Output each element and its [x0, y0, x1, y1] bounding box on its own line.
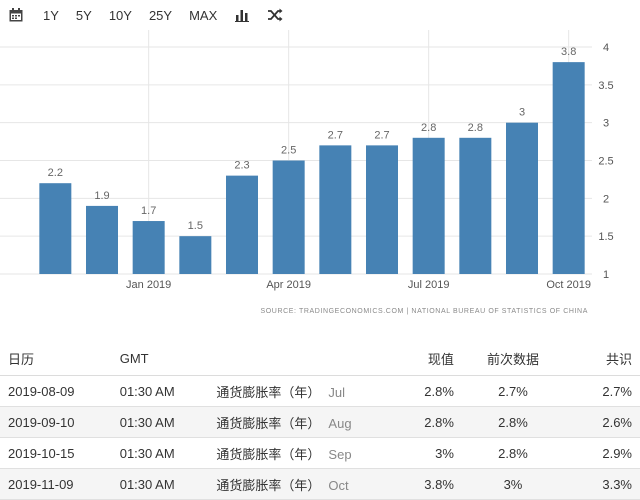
calendar-table: 日历 GMT 现值 前次数据 共识 2019-08-09 01:30 AM 通货…	[0, 342, 640, 500]
calendar-icon[interactable]	[8, 7, 24, 23]
range-25y-button[interactable]: 25Y	[149, 8, 172, 23]
y-tick-label: 3.5	[598, 80, 613, 92]
event-name: 通货膨胀率（年）	[216, 415, 321, 431]
value-label: 2.2	[48, 167, 63, 179]
row-time: 01:30 AM	[111, 375, 209, 407]
shuffle-icon-glyph	[268, 8, 283, 22]
row-actual: 3%	[386, 437, 462, 469]
bar	[39, 183, 72, 274]
chart-source-text: SOURCE: TRADINGECONOMICS.COM | NATIONAL …	[260, 308, 588, 315]
event-name: 通货膨胀率（年）	[216, 384, 321, 400]
row-event[interactable]: 通货膨胀率（年） Oct	[208, 468, 386, 500]
bar	[506, 122, 538, 275]
row-event[interactable]: 通货膨胀率（年） Jul	[208, 375, 386, 407]
value-label: 2.7	[328, 129, 343, 141]
table-row: 2019-11-09 01:30 AM 通货膨胀率（年） Oct 3.8% 3% …	[0, 468, 640, 500]
event-month: Sep	[328, 446, 352, 462]
chart-bars	[39, 62, 585, 275]
y-tick-label: 2.5	[598, 156, 613, 168]
value-label: 1.9	[94, 190, 109, 202]
row-consensus: 2.9%	[564, 437, 640, 469]
value-label: 2.7	[374, 129, 389, 141]
bar-chart-icon[interactable]	[234, 7, 250, 23]
row-event[interactable]: 通货膨胀率（年） Sep	[208, 437, 386, 469]
row-actual: 2.8%	[386, 406, 462, 438]
value-label: 1.7	[141, 205, 156, 217]
bar	[366, 145, 398, 274]
event-month: Aug	[328, 415, 352, 431]
range-5y-button[interactable]: 5Y	[76, 8, 92, 23]
y-tick-label: 2	[603, 193, 609, 205]
header-previous: 前次数据	[461, 342, 565, 376]
event-name: 通货膨胀率（年）	[216, 446, 321, 462]
bar	[132, 221, 165, 274]
value-label: 2.8	[468, 122, 483, 134]
calendar-icon-glyph	[9, 8, 23, 22]
value-label: 2.5	[281, 145, 296, 157]
bar	[412, 137, 445, 274]
inflation-chart: 2.2 1.9 1.7 1.5 2.3 2.5 2.7 2.7 2.8 2.8 3 3.8 1 1.5 2…	[0, 30, 640, 330]
row-previous: 2.7%	[461, 375, 565, 407]
row-previous: 3%	[461, 468, 565, 500]
bar	[319, 145, 352, 274]
table-row: 2019-10-15 01:30 AM 通货膨胀率（年） Sep 3% 2.8% …	[0, 437, 640, 469]
chart-x-axis: Jan 2019 Apr 2019 Jul 2019 Oct 2019	[126, 279, 591, 291]
y-tick-label: 3	[603, 118, 609, 130]
row-consensus: 2.7%	[564, 375, 640, 407]
row-previous: 2.8%	[461, 406, 565, 438]
row-event[interactable]: 通货膨胀率（年） Aug	[208, 406, 386, 438]
header-date: 日历	[0, 342, 112, 376]
row-actual: 2.8%	[386, 375, 462, 407]
value-label: 3	[519, 107, 525, 119]
value-label: 1.5	[188, 220, 203, 232]
y-tick-label: 1	[603, 269, 609, 281]
range-max-button[interactable]: MAX	[189, 8, 217, 23]
x-tick-label: Jul 2019	[408, 279, 450, 291]
bar	[552, 62, 585, 275]
y-tick-label: 1.5	[598, 231, 613, 243]
row-consensus: 3.3%	[564, 468, 640, 500]
bar	[459, 137, 492, 274]
row-actual: 3.8%	[386, 468, 462, 500]
header-actual: 现值	[386, 342, 462, 376]
chart-y-axis: 1 1.5 2 2.5 3 3.5 4	[598, 42, 613, 281]
row-time: 01:30 AM	[111, 468, 209, 500]
row-previous: 2.8%	[461, 437, 565, 469]
value-label: 2.8	[421, 122, 436, 134]
calendar-header-row: 日历 GMT 现值 前次数据 共识	[0, 342, 640, 376]
bar	[179, 236, 212, 274]
shuffle-icon[interactable]	[267, 7, 283, 23]
row-date: 2019-10-15	[0, 437, 112, 469]
event-name: 通货膨胀率（年）	[216, 477, 321, 493]
bar	[86, 205, 118, 274]
chart-toolbar: 1Y 5Y 10Y 25Y MAX	[0, 0, 640, 30]
bar	[272, 160, 305, 274]
bar-chart: 2.21.91.71.52.32.52.7 2.72.8 2.833.8 11.52…	[0, 30, 614, 315]
table-row: 2019-09-10 01:30 AM 通货膨胀率（年） Aug 2.8% 2.8…	[0, 406, 640, 438]
row-date: 2019-11-09	[0, 468, 112, 500]
header-consensus: 共识	[564, 342, 640, 376]
bar	[226, 175, 258, 274]
y-tick-label: 4	[603, 42, 609, 54]
row-date: 2019-08-09	[0, 375, 112, 407]
x-tick-label: Oct 2019	[546, 279, 591, 291]
value-label: 3.8	[561, 46, 576, 58]
header-event	[208, 342, 386, 376]
range-1y-button[interactable]: 1Y	[43, 8, 59, 23]
bar-chart-icon-glyph	[235, 10, 250, 22]
event-month: Jul	[328, 384, 346, 400]
row-time: 01:30 AM	[111, 406, 209, 438]
x-tick-label: Jan 2019	[126, 279, 171, 291]
row-date: 2019-09-10	[0, 406, 112, 438]
value-label: 2.3	[234, 160, 249, 172]
table-row: 2019-08-09 01:30 AM 通货膨胀率（年） Jul 2.8% 2.7…	[0, 375, 640, 407]
x-tick-label: Apr 2019	[266, 279, 311, 291]
row-consensus: 2.6%	[564, 406, 640, 438]
row-time: 01:30 AM	[111, 437, 209, 469]
header-time: GMT	[111, 342, 209, 376]
chart-value-labels: 2.2 1.9 1.7 1.5 2.3 2.5 2.7 2.7 2.8 2.8 3 3.8	[48, 46, 577, 232]
event-month: Oct	[328, 477, 349, 493]
range-10y-button[interactable]: 10Y	[109, 8, 132, 23]
